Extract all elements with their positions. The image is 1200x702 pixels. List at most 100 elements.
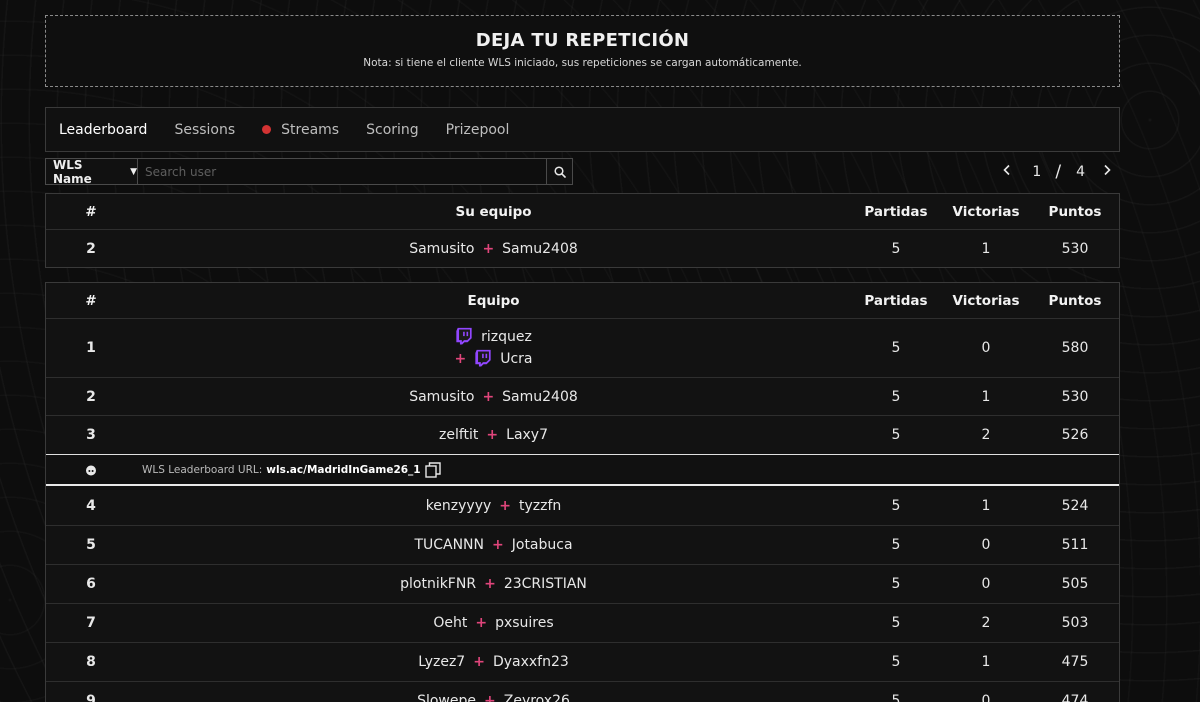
player-name[interactable]: 23CRISTIAN	[504, 576, 587, 592]
rank-cell: 6	[86, 576, 96, 592]
points-cell: 524	[1061, 497, 1089, 514]
table-row[interactable]: 2 Samusito + Samu2408 5 1 530	[46, 377, 1119, 415]
player-name[interactable]: Laxy7	[506, 427, 548, 443]
copy-icon[interactable]	[424, 461, 441, 478]
player-name[interactable]: tyzzfn	[519, 498, 561, 514]
player-name[interactable]: Oeht	[433, 615, 467, 631]
points-cell: 505	[1061, 576, 1089, 592]
team-cell: Lyzez7 + Dyaxxfn23	[136, 654, 851, 670]
wins-cell: 2	[981, 427, 991, 443]
twitch-icon[interactable]	[474, 349, 492, 367]
tab-label: Leaderboard	[59, 121, 148, 138]
tab-streams[interactable]: Streams	[262, 122, 339, 138]
table-row[interactable]: 4 kenzyyyy + tyzzfn 5 1 524	[46, 486, 1119, 525]
tab-label: Sessions	[174, 121, 236, 138]
twitch-icon[interactable]	[455, 327, 473, 345]
player-name[interactable]: Lyzez7	[418, 654, 465, 670]
col-wins: Victorias	[952, 203, 1020, 220]
matches-cell: 5	[891, 654, 901, 670]
wins-cell: 1	[981, 240, 991, 257]
team-cell: Oeht + pxsuires	[136, 615, 851, 631]
pagination: 1 / 4	[1000, 158, 1114, 185]
search-icon	[553, 165, 566, 178]
points-cell: 530	[1061, 240, 1089, 257]
tab-scoring[interactable]: Scoring	[366, 122, 419, 138]
player-name[interactable]: TUCANNN	[414, 537, 484, 553]
col-rank: #	[85, 292, 97, 309]
rank-cell: 8	[86, 654, 96, 670]
points-cell: 475	[1061, 654, 1089, 670]
player-name[interactable]: Ucra	[500, 351, 532, 367]
table-header: # Equipo Partidas Victorias Puntos	[46, 283, 1119, 318]
tab-prizepool[interactable]: Prizepool	[446, 122, 510, 138]
table-row[interactable]: 6 plotnikFNR +23CRISTIAN 5 0 505	[46, 564, 1119, 603]
search-field-select[interactable]: WLS Name ▼	[45, 158, 138, 186]
team-cell: TUCANNN + Jotabuca	[136, 537, 851, 553]
plus-icon: +	[486, 427, 499, 443]
player-name[interactable]: Samu2408	[502, 389, 578, 405]
search-input[interactable]	[138, 158, 547, 185]
col-matches: Partidas	[864, 203, 928, 220]
player-name[interactable]: pxsuires	[495, 615, 554, 631]
own-team-table: # Su equipo Partidas Victorias Puntos 2 …	[45, 193, 1120, 268]
player-name[interactable]: plotnikFNR	[400, 576, 476, 592]
player-name[interactable]: zelftit	[439, 427, 478, 443]
table-row[interactable]: 5 TUCANNN + Jotabuca 5 0 511	[46, 525, 1119, 564]
col-wins: Victorias	[952, 292, 1020, 309]
points-cell: 503	[1061, 615, 1089, 631]
col-team: Su equipo	[455, 203, 532, 220]
plus-icon: +	[484, 693, 496, 702]
player-name[interactable]: kenzyyyy	[426, 498, 492, 514]
wls-logo-icon	[46, 464, 136, 476]
wins-cell: 0	[981, 537, 991, 553]
tab-sessions[interactable]: Sessions	[174, 122, 235, 138]
team-cell: zelftit + Laxy7	[136, 427, 851, 443]
plus-icon: +	[482, 388, 495, 405]
col-points: Puntos	[1048, 203, 1102, 220]
table-row[interactable]: 3 zelftit + Laxy7 5 2 526	[46, 415, 1119, 454]
replay-dropzone[interactable]: DEJA TU REPETICIÓN Nota: si tiene el cli…	[45, 15, 1120, 87]
wins-cell: 2	[981, 615, 991, 631]
leaderboard-url[interactable]: wls.ac/MadridInGame26_1	[266, 464, 420, 476]
tab-leaderboard[interactable]: Leaderboard	[59, 122, 147, 138]
tab-label: Prizepool	[445, 121, 510, 138]
table-row[interactable]: 9 Slowepe + Zeyrox26 5 0 474	[46, 681, 1119, 702]
replay-title: DEJA TU REPETICIÓN	[475, 30, 690, 51]
points-cell: 580	[1061, 340, 1089, 356]
tab-label: Scoring	[366, 121, 419, 138]
table-row[interactable]: 8 Lyzez7 + Dyaxxfn23 5 1 475	[46, 642, 1119, 681]
chevron-right-icon[interactable]	[1100, 164, 1114, 180]
chevron-left-icon[interactable]	[1000, 164, 1014, 180]
player-name[interactable]: Samusito	[409, 241, 474, 257]
points-cell: 511	[1061, 537, 1089, 553]
player-name[interactable]: Samusito	[409, 389, 474, 405]
matches-cell: 5	[891, 537, 901, 553]
team-cell: plotnikFNR +23CRISTIAN	[136, 576, 851, 592]
plus-icon: +	[484, 576, 496, 592]
col-rank: #	[85, 203, 97, 220]
page-current: 1	[1032, 163, 1042, 180]
search-button[interactable]	[547, 158, 573, 185]
player-name[interactable]: Dyaxxfn23	[493, 654, 569, 670]
matches-cell: 5	[891, 427, 901, 443]
col-points: Puntos	[1048, 292, 1102, 309]
page-separator: /	[1055, 161, 1062, 182]
rank-cell: 5	[86, 537, 96, 553]
wins-cell: 0	[981, 576, 991, 592]
player-name[interactable]: Jotabuca	[512, 537, 573, 553]
player-name[interactable]: rizquez	[481, 329, 532, 345]
rank-cell: 4	[86, 497, 96, 514]
wins-cell: 1	[981, 654, 991, 670]
table-row[interactable]: 1 rizquez + Ucra 5 0 580	[46, 318, 1119, 377]
filter-bar: WLS Name ▼ 1 / 4	[45, 158, 1120, 186]
player-name[interactable]: Samu2408	[502, 241, 578, 257]
player-name[interactable]: Slowepe	[417, 693, 476, 702]
leaderboard-table: # Equipo Partidas Victorias Puntos 1 riz…	[45, 282, 1120, 702]
replay-note: Nota: si tiene el cliente WLS iniciado, …	[363, 57, 802, 69]
team-cell: Samusito + Samu2408	[136, 389, 851, 405]
player-name[interactable]: Zeyrox26	[504, 693, 570, 702]
table-row[interactable]: 7 Oeht + pxsuires 5 2 503	[46, 603, 1119, 642]
table-row[interactable]: 2 Samusito + Samu2408 5 1 530	[46, 229, 1119, 267]
wins-cell: 0	[981, 340, 991, 356]
points-cell: 474	[1061, 693, 1089, 702]
